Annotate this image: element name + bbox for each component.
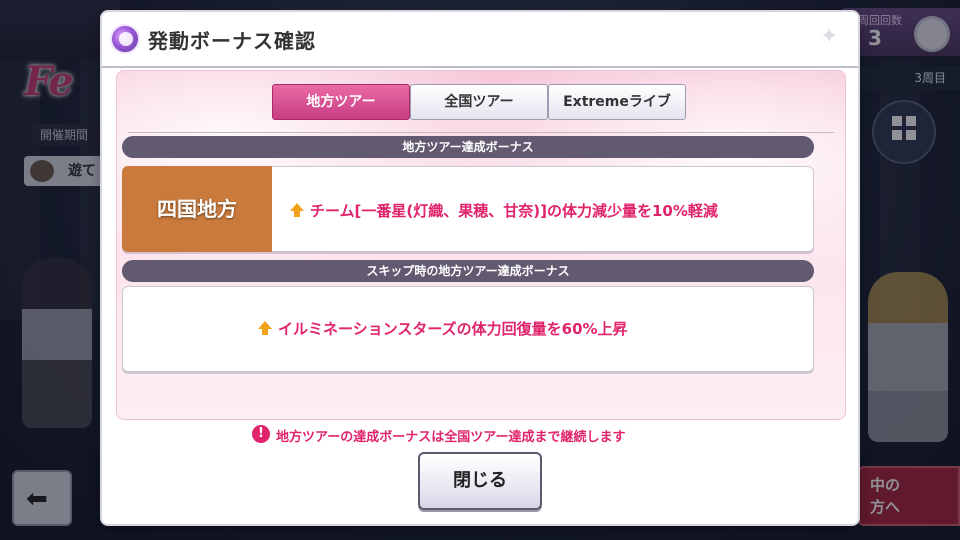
- alert-icon: !: [252, 425, 270, 443]
- dialog-header: 発動ボーナス確認 ✦: [102, 12, 858, 68]
- regional-bonus-text: チーム[一番星(灯織、果穂、甘奈)]の体力減少量を10%軽減: [310, 202, 718, 220]
- tab-extreme-live[interactable]: Extremeライブ: [548, 84, 686, 120]
- section-header-regional-bonus: 地方ツアー達成ボーナス: [122, 136, 814, 158]
- up-arrow-icon: [258, 321, 272, 335]
- up-arrow-icon: [290, 203, 304, 217]
- skip-bonus-line: イルミネーションスターズの体力回復量を60%上昇: [258, 318, 628, 339]
- section-header-skip-bonus: スキップ時の地方ツアー達成ボーナス: [122, 260, 814, 282]
- sparkle-icon: ✦: [820, 24, 839, 49]
- tab-divider: [128, 132, 834, 133]
- bonus-badge-icon-highlight: [119, 32, 133, 46]
- close-button[interactable]: 閉じる: [418, 452, 542, 510]
- tab-national-tour[interactable]: 全国ツアー: [410, 84, 548, 120]
- tab-regional-tour[interactable]: 地方ツアー: [272, 84, 410, 120]
- dialog-title: 発動ボーナス確認: [148, 29, 316, 53]
- bonus-note: 地方ツアーの達成ボーナスは全国ツアー達成まで継続します: [276, 430, 626, 445]
- skip-bonus-text: イルミネーションスターズの体力回復量を60%上昇: [278, 320, 628, 338]
- regional-bonus-line: チーム[一番星(灯織、果穂、甘奈)]の体力減少量を10%軽減: [290, 200, 718, 221]
- region-tag: 四国地方: [122, 166, 272, 252]
